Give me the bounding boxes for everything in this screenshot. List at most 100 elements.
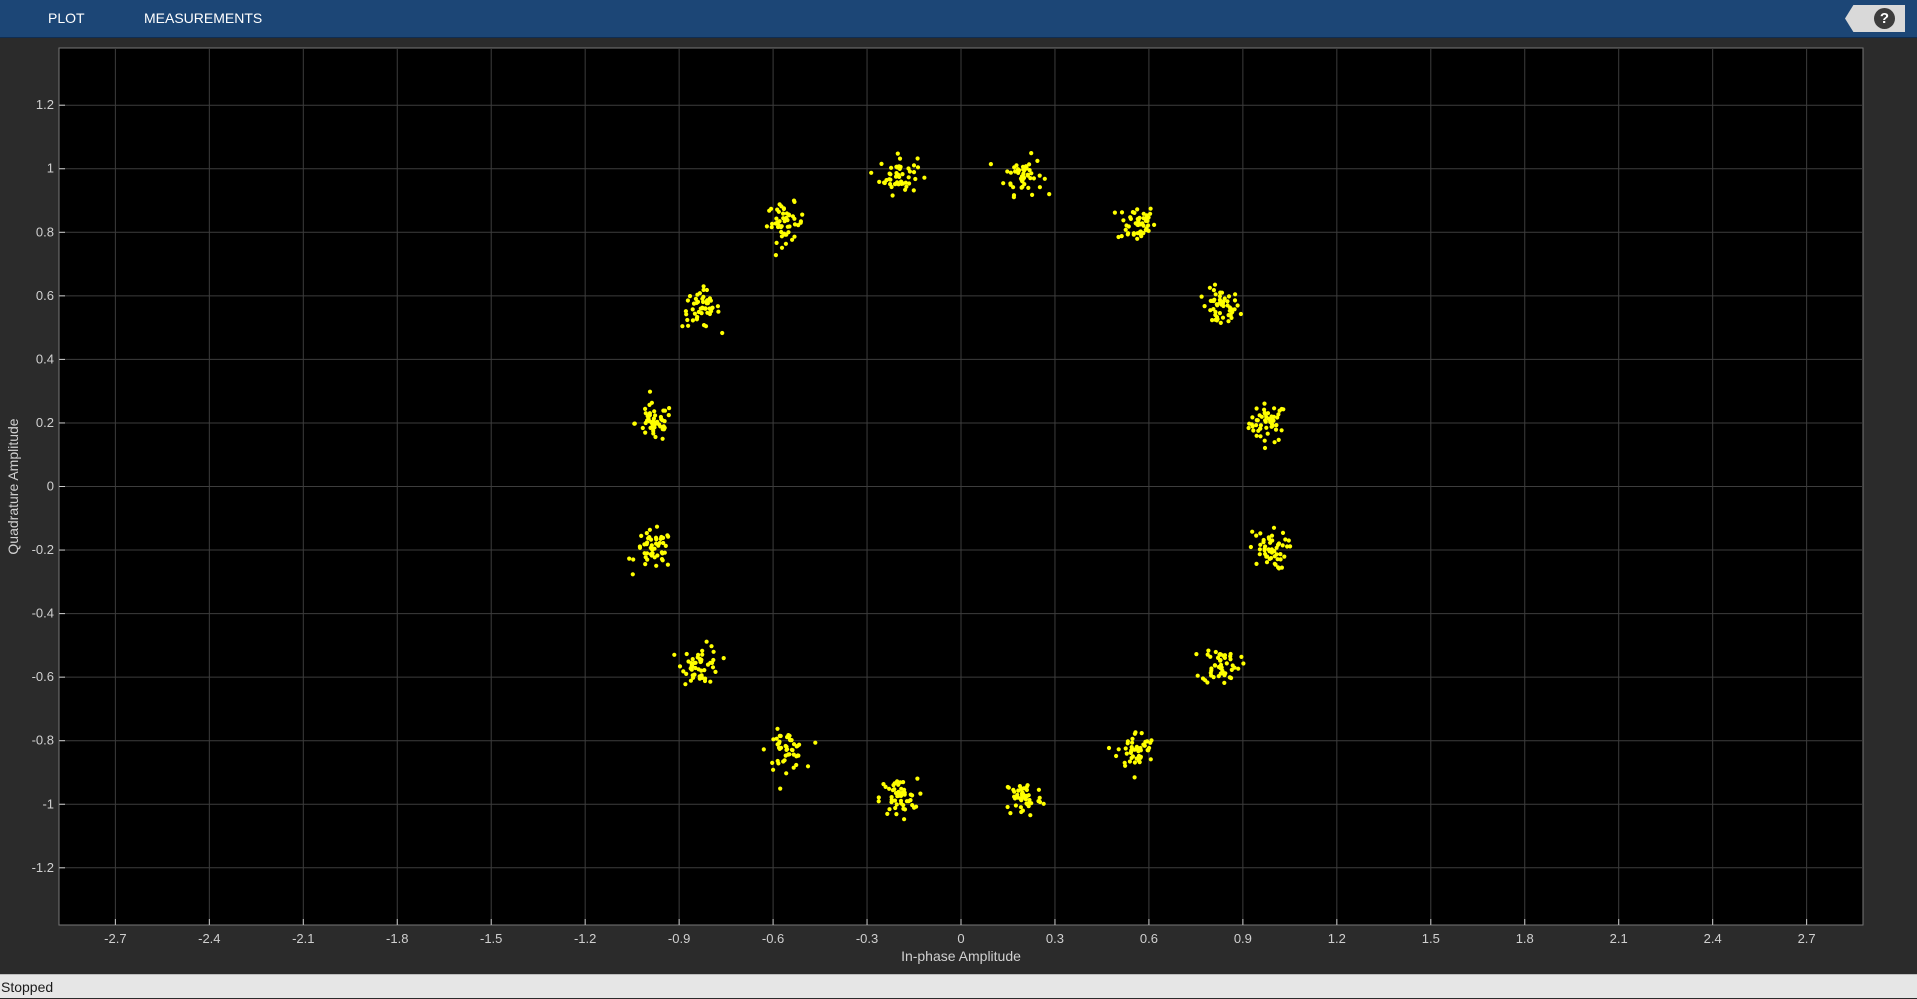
data-point: [915, 156, 920, 161]
data-point: [1205, 680, 1210, 685]
data-point: [890, 193, 895, 198]
data-point: [914, 804, 919, 809]
data-point: [783, 241, 789, 246]
data-point: [774, 736, 779, 741]
data-point: [1149, 738, 1154, 743]
data-point: [1232, 298, 1238, 303]
data-point: [688, 666, 693, 671]
data-point: [705, 310, 710, 315]
data-point: [1131, 231, 1136, 236]
data-point: [701, 287, 706, 292]
data-point: [883, 784, 888, 790]
data-point: [1257, 547, 1262, 552]
data-point: [904, 184, 909, 189]
data-point: [1219, 665, 1224, 670]
data-point: [1262, 438, 1267, 443]
y-tick-label: 0: [47, 479, 54, 494]
data-point: [1210, 298, 1215, 303]
data-point: [658, 424, 663, 429]
data-point: [708, 679, 713, 684]
data-point: [640, 425, 645, 431]
data-point: [692, 660, 697, 666]
data-point: [1019, 809, 1024, 815]
data-point: [796, 753, 801, 758]
data-point: [1210, 318, 1215, 323]
data-point: [1001, 181, 1006, 186]
data-point: [777, 746, 782, 752]
data-point: [1152, 222, 1157, 227]
data-point: [1212, 282, 1218, 287]
data-point: [715, 304, 721, 309]
tab-plot[interactable]: PLOT: [48, 0, 85, 37]
data-point: [1013, 803, 1019, 808]
data-point: [690, 657, 695, 662]
data-point: [1200, 676, 1206, 681]
data-point: [784, 744, 789, 749]
data-point: [710, 305, 715, 310]
data-point: [906, 175, 911, 180]
x-tick-label: 0.9: [1234, 931, 1252, 946]
data-point: [1254, 533, 1259, 538]
data-point: [1047, 192, 1052, 197]
data-point: [1226, 319, 1231, 324]
toolstrip: PLOT MEASUREMENTS ?: [0, 0, 1917, 38]
data-point: [1025, 173, 1030, 178]
data-point: [913, 176, 918, 182]
y-axis-label: Quadrature Amplitude: [5, 418, 21, 554]
data-point: [1228, 651, 1233, 657]
data-point: [643, 562, 648, 567]
data-point: [1250, 415, 1255, 420]
data-point: [771, 767, 776, 772]
data-point: [700, 652, 705, 657]
data-point: [700, 648, 705, 653]
data-point: [685, 298, 691, 303]
data-point: [642, 551, 647, 556]
data-point: [910, 793, 915, 798]
data-point: [643, 406, 648, 411]
data-point: [1236, 666, 1241, 671]
data-point: [1124, 223, 1129, 228]
data-point: [1269, 414, 1274, 419]
data-point: [659, 534, 664, 540]
data-point: [653, 535, 659, 540]
data-point: [716, 309, 721, 314]
y-tick-label: -1: [42, 796, 54, 811]
data-point: [631, 557, 636, 562]
data-point: [901, 803, 906, 808]
data-point: [684, 651, 689, 657]
data-point: [1254, 433, 1259, 438]
x-tick-label: -2.1: [292, 931, 314, 946]
data-point: [792, 216, 797, 221]
data-point: [1214, 302, 1219, 307]
data-point: [1041, 801, 1046, 806]
data-point: [782, 231, 787, 236]
data-point: [1212, 663, 1217, 668]
data-point: [686, 323, 691, 328]
data-point: [1005, 804, 1010, 810]
data-point: [779, 224, 784, 229]
data-point: [1220, 315, 1226, 320]
data-point: [662, 550, 667, 555]
data-point: [1258, 426, 1263, 431]
data-point: [1130, 754, 1135, 759]
help-button[interactable]: ?: [1845, 5, 1905, 32]
data-point: [1217, 311, 1222, 316]
y-tick-label: -0.2: [32, 542, 54, 557]
data-point: [1275, 415, 1280, 420]
data-point: [654, 541, 659, 546]
data-point: [1238, 311, 1243, 317]
data-point: [775, 207, 780, 212]
data-point: [1274, 423, 1279, 428]
data-point: [899, 786, 904, 791]
data-point: [1119, 234, 1124, 239]
data-point: [1139, 731, 1144, 736]
data-point: [892, 798, 898, 803]
constellation-chart[interactable]: -2.7 -2.4 -2.1 -1.8 -1.5 -1.2 -0.9 -0.6 -0.3 0 0.3…: [0, 38, 1917, 974]
data-point: [1278, 552, 1283, 557]
tab-measurements[interactable]: MEASUREMENTS: [144, 0, 262, 37]
data-point: [1257, 552, 1262, 557]
data-point: [1031, 176, 1036, 181]
data-point: [896, 182, 901, 187]
data-point: [653, 434, 658, 440]
data-point: [1028, 813, 1033, 818]
